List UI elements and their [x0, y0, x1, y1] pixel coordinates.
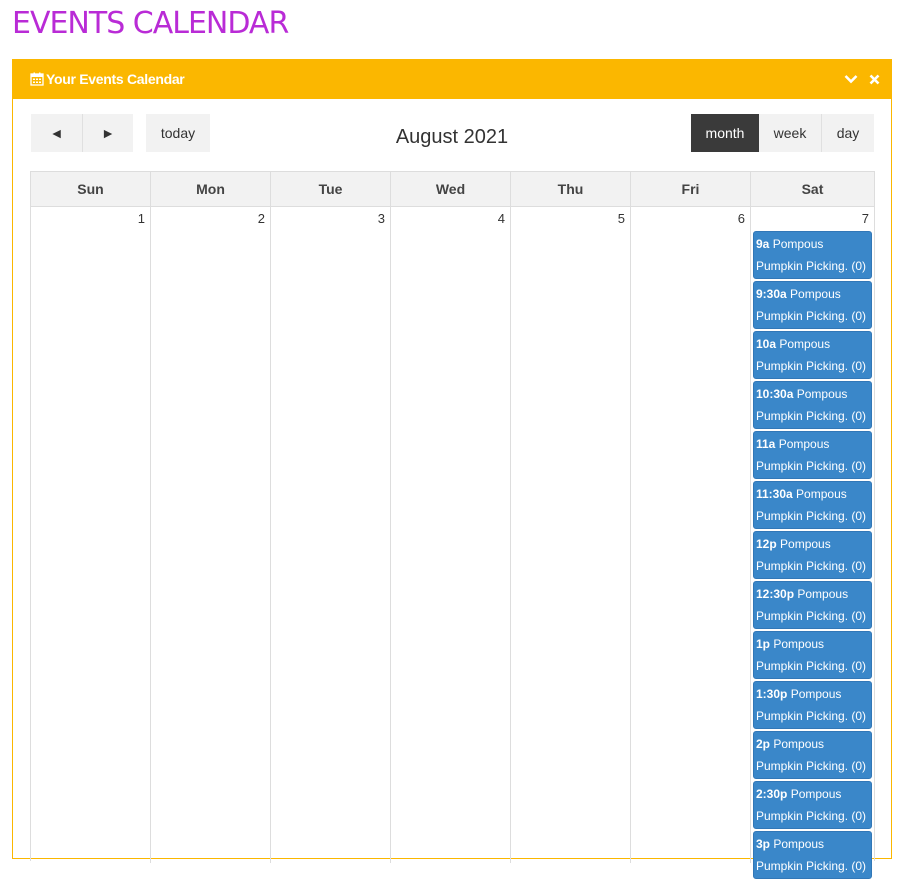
calendar-event[interactable]: 2p Pompous Pumpkin Picking. (0) [753, 731, 872, 779]
day-cell[interactable]: 3 [271, 207, 391, 863]
panel-title-text: Your Events Calendar [46, 71, 185, 87]
calendar-event[interactable]: 11:30a Pompous Pumpkin Picking. (0) [753, 481, 872, 529]
weekday-header: Tue [271, 172, 391, 206]
weekday-header-row: Sun Mon Tue Wed Thu Fri Sat [31, 172, 874, 207]
view-month-button[interactable]: month [691, 114, 759, 152]
day-cell[interactable]: 5 [511, 207, 631, 863]
calendar-icon [30, 72, 44, 86]
event-time: 2:30p [756, 787, 788, 801]
panel-header: Your Events Calendar [13, 60, 891, 99]
calendar-event[interactable]: 12p Pompous Pumpkin Picking. (0) [753, 531, 872, 579]
close-icon[interactable] [867, 71, 881, 87]
event-title: Pompous Pumpkin Picking. (0) [756, 837, 867, 873]
day-number: 5 [617, 211, 625, 226]
event-time: 11:30a [756, 487, 793, 501]
event-time: 12p [756, 537, 777, 551]
weekday-header: Wed [391, 172, 511, 206]
calendar-event[interactable]: 10a Pompous Pumpkin Picking. (0) [753, 331, 872, 379]
day-number: 3 [377, 211, 385, 226]
collapse-chevron-icon[interactable] [844, 71, 858, 87]
panel-tools [844, 71, 881, 87]
day-number: 2 [257, 211, 265, 226]
day-cell-saturday[interactable]: 7 9a Pompous Pumpkin Picking. (0) 9:30a … [751, 207, 874, 879]
event-time: 1p [756, 637, 771, 651]
event-time: 11a [756, 437, 776, 451]
event-list: 9a Pompous Pumpkin Picking. (0) 9:30a Po… [753, 231, 872, 881]
day-cell[interactable]: 2 [151, 207, 271, 863]
event-title: Pompous Pumpkin Picking. (0) [756, 737, 867, 773]
calendar-event[interactable]: 9:30a Pompous Pumpkin Picking. (0) [753, 281, 872, 329]
month-grid: Sun Mon Tue Wed Thu Fri Sat 1 2 3 4 5 6 … [30, 171, 875, 879]
event-time: 12:30p [756, 587, 795, 601]
day-number: 7 [861, 211, 869, 226]
event-time: 10a [756, 337, 777, 351]
day-number: 6 [737, 211, 745, 226]
event-time: 9:30a [756, 287, 787, 301]
weekday-header: Sat [801, 181, 824, 197]
event-title: Pompous Pumpkin Picking. (0) [756, 637, 867, 673]
day-cell[interactable]: 4 [391, 207, 511, 863]
day-number: 1 [137, 211, 145, 226]
week-row: 1 2 3 4 5 6 7 9a Pompous Pumpkin Picking… [31, 207, 874, 879]
panel-title: Your Events Calendar [30, 71, 185, 87]
weekday-header: Thu [511, 172, 631, 206]
view-day-button[interactable]: day [821, 114, 874, 152]
event-time: 9a [756, 237, 770, 251]
event-title: Pompous Pumpkin Picking. (0) [756, 237, 867, 273]
event-time: 3p [756, 837, 771, 851]
day-number: 4 [497, 211, 505, 226]
view-week-button[interactable]: week [759, 114, 821, 152]
page-title: EVENTS CALENDAR [12, 6, 289, 41]
day-cell[interactable]: 6 [631, 207, 751, 863]
weekday-header: Fri [631, 172, 751, 206]
calendar-event[interactable]: 11a Pompous Pumpkin Picking. (0) [753, 431, 872, 479]
calendar-event[interactable]: 2:30p Pompous Pumpkin Picking. (0) [753, 781, 872, 829]
event-time: 10:30a [756, 387, 794, 401]
calendar-event[interactable]: 1p Pompous Pumpkin Picking. (0) [753, 631, 872, 679]
calendar-panel: Your Events Calendar ◄ ► today August 20… [12, 59, 892, 879]
calendar-event[interactable]: 3p Pompous Pumpkin Picking. (0) [753, 831, 872, 879]
calendar-event[interactable]: 10:30a Pompous Pumpkin Picking. (0) [753, 381, 872, 429]
weekday-header: Mon [151, 172, 271, 206]
event-time: 2p [756, 737, 771, 751]
weekday-header: Sun [31, 172, 151, 206]
event-time: 1:30p [756, 687, 788, 701]
day-cell[interactable]: 1 [31, 207, 151, 863]
calendar-event[interactable]: 9a Pompous Pumpkin Picking. (0) [753, 231, 872, 279]
calendar-event[interactable]: 12:30p Pompous Pumpkin Picking. (0) [753, 581, 872, 629]
calendar-event[interactable]: 1:30p Pompous Pumpkin Picking. (0) [753, 681, 872, 729]
